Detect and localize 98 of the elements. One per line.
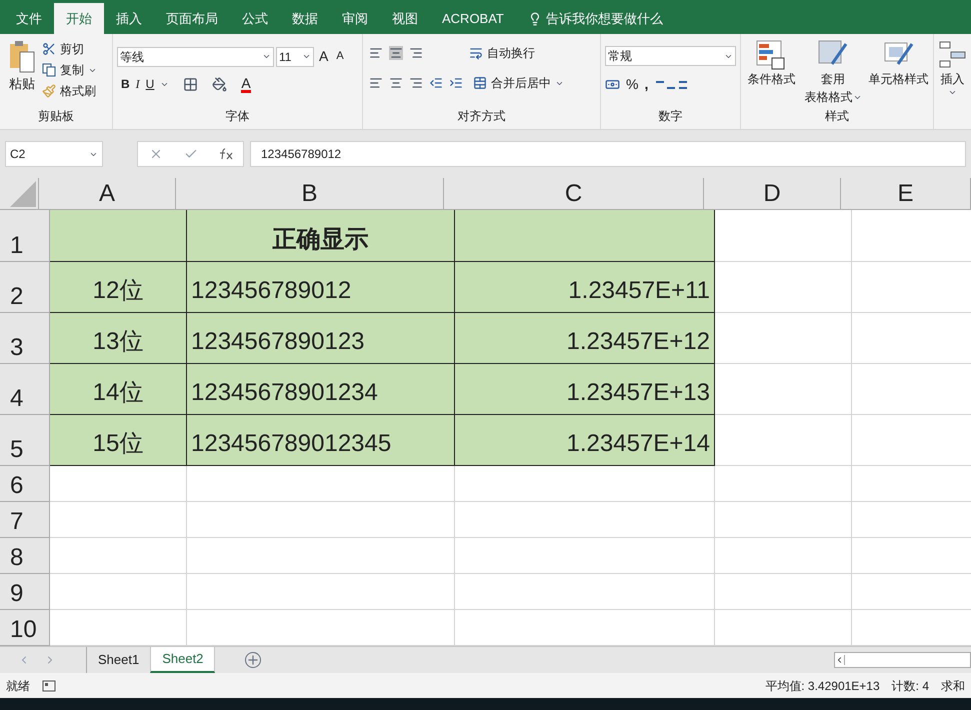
align-center-icon[interactable]: [389, 76, 403, 90]
row-header[interactable]: 8: [0, 538, 50, 574]
wrap-text-icon: [469, 46, 483, 60]
ribbon-tab[interactable]: 页面布局: [154, 3, 230, 34]
bottom-align-icon[interactable]: [409, 46, 423, 60]
insert-cells-button[interactable]: 插入: [938, 40, 966, 97]
table-cell: 1.23457E+14: [455, 415, 715, 466]
column-header[interactable]: E: [841, 178, 971, 209]
middle-align-icon[interactable]: [389, 46, 403, 60]
table-cell: 1234567890123: [187, 313, 455, 364]
row-header[interactable]: 7: [0, 502, 50, 538]
ribbon-tab[interactable]: 公式: [230, 3, 280, 34]
column-header[interactable]: D: [704, 178, 841, 209]
column-header[interactable]: C: [444, 178, 704, 209]
status-sum: 求和: [941, 678, 965, 694]
format-painter-button[interactable]: 格式刷: [42, 82, 97, 100]
comma-button[interactable]: ,: [644, 74, 648, 95]
caret-icon: [302, 52, 311, 61]
caret-icon: [948, 88, 957, 97]
row-header[interactable]: 1: [0, 210, 50, 262]
paste-button[interactable]: 粘贴: [6, 40, 38, 107]
font-style-button[interactable]: I: [136, 75, 140, 93]
table-cell: 14位: [50, 364, 187, 415]
row-header[interactable]: 2: [0, 262, 50, 313]
cell-styles-button[interactable]: 单元格样式: [866, 40, 931, 106]
currency-icon[interactable]: [605, 77, 620, 92]
ribbon-tab[interactable]: 插入: [104, 3, 154, 34]
font-style-button[interactable]: U: [146, 75, 154, 93]
format-as-table-button[interactable]: 套用 表格格式: [804, 40, 862, 106]
fill-color-icon[interactable]: [212, 76, 228, 92]
ribbon-tab[interactable]: 数据: [280, 3, 330, 34]
number-format-field[interactable]: 常规: [605, 46, 736, 66]
conditional-format-icon: [756, 40, 786, 70]
table-cell: 1.23457E+11: [455, 262, 715, 313]
table-cell: 1.23457E+12: [455, 313, 715, 364]
name-box[interactable]: C2: [5, 141, 103, 167]
cut-button[interactable]: 剪切: [42, 40, 97, 58]
column-header[interactable]: A: [39, 178, 176, 209]
table-cell: 正确显示: [187, 210, 455, 262]
caret-icon: [262, 52, 271, 61]
merge-icon: [473, 76, 487, 90]
font-color-button[interactable]: A: [241, 76, 251, 92]
insert-cells-icon: [938, 40, 966, 70]
table-cell: 12345678901234: [187, 364, 455, 415]
wrap-text-button[interactable]: 自动换行: [469, 44, 535, 62]
row-header[interactable]: 5: [0, 415, 50, 466]
copy-icon: [42, 63, 56, 77]
horizontal-scrollbar[interactable]: [834, 652, 971, 668]
scissors-icon: [42, 42, 56, 56]
tell-me-field[interactable]: 告诉我你想要做什么: [546, 8, 663, 28]
row-header[interactable]: 10: [0, 610, 50, 646]
column-header[interactable]: B: [176, 178, 444, 209]
status-count: 计数: 4: [892, 678, 929, 694]
row-header[interactable]: 9: [0, 574, 50, 610]
decrease-indent-icon[interactable]: [429, 76, 443, 90]
row-header[interactable]: 4: [0, 364, 50, 415]
add-sheet-icon[interactable]: [245, 652, 262, 668]
group-label: 剪贴板: [37, 108, 75, 125]
copy-button[interactable]: 复制: [42, 61, 97, 79]
percent-button[interactable]: %: [626, 74, 638, 95]
ribbon-tab[interactable]: 视图: [380, 3, 430, 34]
row-header[interactable]: 3: [0, 313, 50, 364]
group-label: 字体: [224, 108, 250, 125]
increase-indent-icon[interactable]: [449, 76, 463, 90]
font-size-field[interactable]: 11: [276, 46, 314, 66]
top-align-icon[interactable]: [369, 46, 383, 60]
sheet-tab[interactable]: Sheet2: [150, 647, 216, 673]
align-right-icon[interactable]: [409, 76, 423, 90]
table-cell: 123456789012345: [187, 415, 455, 466]
table-cell: 13位: [50, 313, 187, 364]
table-cell: 12位: [50, 262, 187, 313]
merge-center-button[interactable]: 合并后居中: [473, 74, 564, 92]
ribbon-tab[interactable]: 审阅: [330, 3, 380, 34]
shrink-font-button[interactable]: A: [333, 48, 347, 65]
ribbon-tab[interactable]: 开始: [54, 3, 104, 34]
macro-record-icon[interactable]: [42, 680, 56, 692]
ribbon-tab[interactable]: ACROBAT: [430, 3, 516, 34]
borders-icon[interactable]: [183, 76, 198, 92]
conditional-format-button[interactable]: 条件格式: [743, 40, 800, 106]
font-name-field[interactable]: 等线: [117, 46, 274, 66]
ribbon-tab[interactable]: 文件: [4, 3, 54, 34]
table-cell: 1.23457E+13: [455, 364, 715, 415]
clipboard-icon: [8, 40, 36, 74]
table-cell: 123456789012: [187, 262, 455, 313]
status-average: 平均值: 3.42901E+13: [765, 678, 880, 694]
grow-font-button[interactable]: A: [316, 46, 332, 67]
formula-field[interactable]: 123456789012: [250, 141, 966, 167]
scroll-left-icon[interactable]: [835, 655, 845, 665]
group-label: 对齐方式: [456, 108, 506, 125]
function-icon[interactable]: [218, 148, 232, 160]
row-header[interactable]: 6: [0, 466, 50, 502]
group-label: 数字: [658, 108, 684, 125]
table-cell: 15位: [50, 415, 187, 466]
font-style-button[interactable]: B: [121, 75, 130, 93]
status-mode: 就绪: [6, 678, 30, 694]
align-left-icon[interactable]: [369, 76, 383, 90]
paintbrush-icon: [42, 84, 56, 98]
group-label: 样式: [824, 108, 850, 125]
